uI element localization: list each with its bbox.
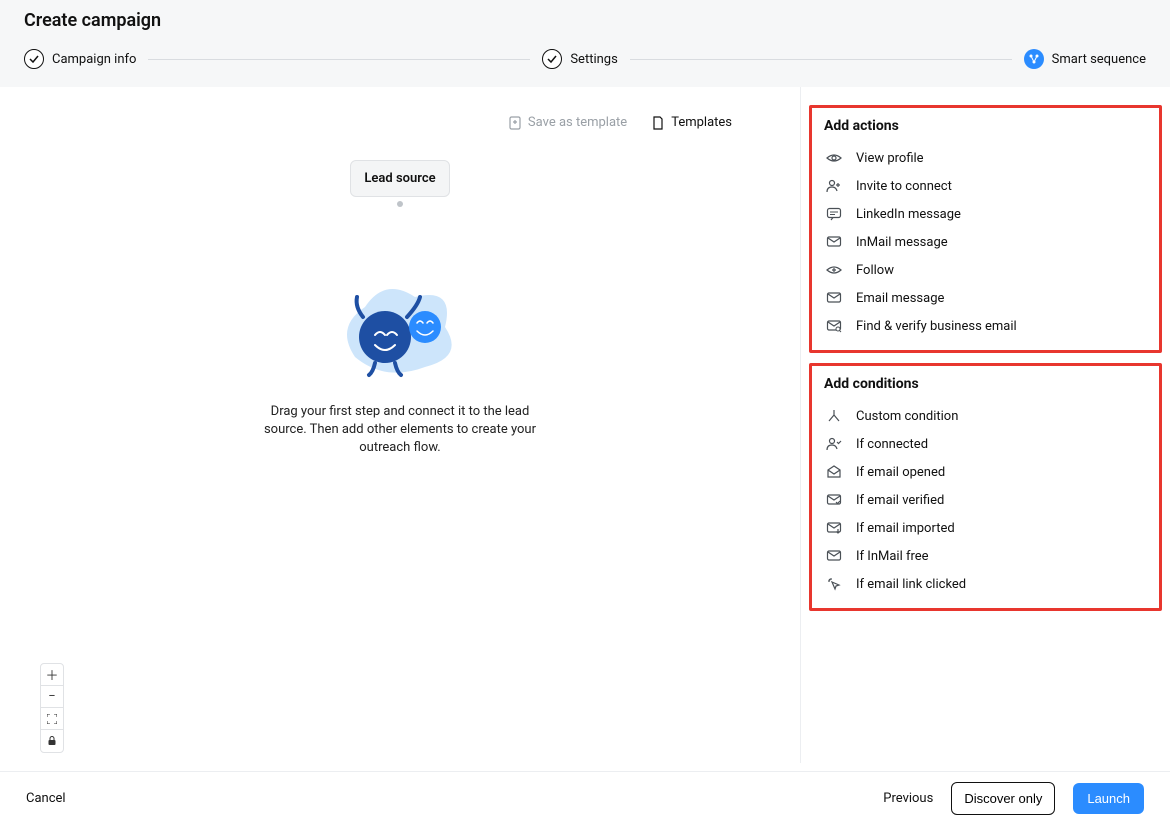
- discover-only-button[interactable]: Discover only: [951, 782, 1055, 815]
- save-template-icon: [508, 116, 522, 130]
- user-check-icon: [826, 436, 842, 452]
- document-icon: [651, 116, 665, 130]
- condition-inmail-free[interactable]: If InMail free: [812, 542, 1159, 570]
- action-label: View profile: [856, 151, 924, 166]
- envelope-free-icon: [826, 548, 842, 564]
- step-divider: [148, 59, 530, 60]
- condition-label: If email opened: [856, 465, 945, 480]
- checkmark-icon: [542, 49, 562, 69]
- envelope-import-icon: [826, 520, 842, 536]
- click-icon: [826, 576, 842, 592]
- previous-button[interactable]: Previous: [883, 791, 933, 806]
- add-actions-panel: Add actions View profile Invite to conne…: [809, 105, 1162, 353]
- action-label: InMail message: [856, 235, 948, 250]
- action-linkedin-message[interactable]: LinkedIn message: [812, 200, 1159, 228]
- zoom-in-button[interactable]: ＋: [41, 664, 63, 686]
- condition-label: Custom condition: [856, 409, 958, 424]
- add-conditions-panel: Add conditions Custom condition If conne…: [809, 363, 1162, 611]
- zoom-out-button[interactable]: −: [41, 686, 63, 708]
- lock-button[interactable]: [41, 730, 63, 752]
- action-follow[interactable]: Follow: [812, 256, 1159, 284]
- envelope-search-icon: [826, 318, 842, 334]
- save-as-template-button[interactable]: Save as template: [508, 115, 627, 130]
- sequence-icon: [1024, 49, 1044, 69]
- node-connector-dot[interactable]: [397, 201, 403, 207]
- stepper: Campaign info Settings Smart sequence: [24, 49, 1146, 87]
- action-label: Follow: [856, 263, 894, 278]
- branch-icon: [826, 408, 842, 424]
- step-label: Campaign info: [52, 52, 136, 67]
- footer-bar: Cancel Previous Discover only Launch: [0, 771, 1170, 825]
- condition-label: If connected: [856, 437, 928, 452]
- action-label: LinkedIn message: [856, 207, 961, 222]
- add-actions-title: Add actions: [812, 118, 1159, 144]
- action-label: Email message: [856, 291, 944, 306]
- step-settings[interactable]: Settings: [542, 49, 617, 69]
- user-plus-icon: [826, 178, 842, 194]
- condition-email-imported[interactable]: If email imported: [812, 514, 1159, 542]
- save-template-label: Save as template: [528, 115, 627, 130]
- condition-label: If InMail free: [856, 549, 929, 564]
- action-email-message[interactable]: Email message: [812, 284, 1159, 312]
- step-divider: [630, 59, 1012, 60]
- envelope-icon: [826, 290, 842, 306]
- step-campaign-info[interactable]: Campaign info: [24, 49, 136, 69]
- canvas-area[interactable]: Save as template Templates Lead source: [0, 87, 800, 763]
- cancel-button[interactable]: Cancel: [26, 791, 66, 806]
- follow-icon: [826, 262, 842, 278]
- eye-icon: [826, 150, 842, 166]
- lead-source-node[interactable]: Lead source: [350, 160, 450, 197]
- condition-email-verified[interactable]: If email verified: [812, 486, 1159, 514]
- actions-sidebar: Add actions View profile Invite to conne…: [800, 87, 1170, 763]
- page-title: Create campaign: [24, 10, 1146, 31]
- step-label: Settings: [570, 52, 617, 67]
- action-inmail-message[interactable]: InMail message: [812, 228, 1159, 256]
- action-invite-connect[interactable]: Invite to connect: [812, 172, 1159, 200]
- launch-button[interactable]: Launch: [1073, 783, 1144, 814]
- condition-custom[interactable]: Custom condition: [812, 402, 1159, 430]
- step-label: Smart sequence: [1052, 52, 1146, 67]
- fullscreen-button[interactable]: [41, 708, 63, 730]
- condition-label: If email verified: [856, 493, 944, 508]
- empty-state-illustration: [320, 267, 480, 387]
- condition-label: If email imported: [856, 521, 955, 536]
- checkmark-icon: [24, 49, 44, 69]
- add-conditions-title: Add conditions: [812, 376, 1159, 402]
- condition-link-clicked[interactable]: If email link clicked: [812, 570, 1159, 598]
- action-view-profile[interactable]: View profile: [812, 144, 1159, 172]
- templates-button[interactable]: Templates: [651, 115, 732, 130]
- condition-email-opened[interactable]: If email opened: [812, 458, 1159, 486]
- envelope-inmail-icon: [826, 234, 842, 250]
- action-find-verify-email[interactable]: Find & verify business email: [812, 312, 1159, 340]
- condition-connected[interactable]: If connected: [812, 430, 1159, 458]
- templates-label: Templates: [671, 115, 732, 130]
- action-label: Invite to connect: [856, 179, 952, 194]
- zoom-controls: ＋ −: [40, 663, 64, 753]
- step-smart-sequence[interactable]: Smart sequence: [1024, 49, 1146, 69]
- condition-label: If email link clicked: [856, 577, 966, 592]
- action-label: Find & verify business email: [856, 319, 1017, 334]
- envelope-open-icon: [826, 464, 842, 480]
- message-icon: [826, 206, 842, 222]
- envelope-check-icon: [826, 492, 842, 508]
- empty-state-text: Drag your first step and connect it to t…: [260, 403, 540, 458]
